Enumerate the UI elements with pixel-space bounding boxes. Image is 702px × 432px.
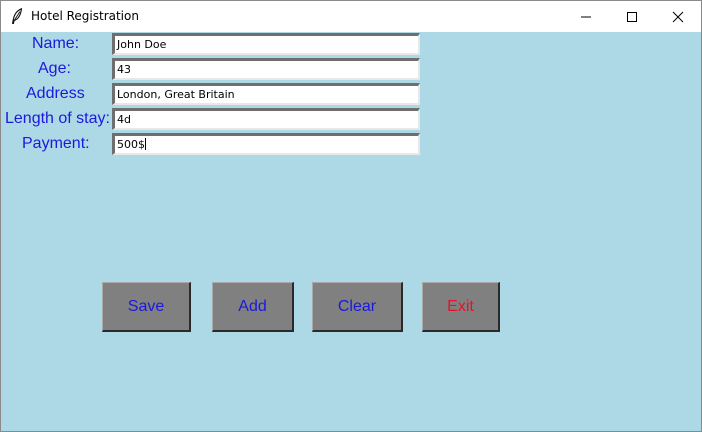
payment-label: Payment: — [22, 135, 90, 152]
text-cursor — [145, 138, 146, 150]
save-button[interactable]: Save — [102, 282, 191, 332]
add-button[interactable]: Add — [212, 282, 294, 332]
close-icon[interactable] — [655, 1, 701, 32]
registration-form: Name: John Doe Age: 43 Address London, G… — [1, 32, 422, 156]
age-field[interactable]: 43 — [112, 58, 420, 80]
address-label: Address — [26, 85, 85, 102]
length-of-stay-field[interactable]: 4d — [112, 108, 420, 130]
name-label: Name: — [32, 35, 80, 52]
clear-button[interactable]: Clear — [312, 282, 403, 332]
minimize-icon[interactable] — [563, 1, 609, 32]
app-window: Hotel Registration Name: John Doe Age: 4… — [0, 0, 702, 432]
payment-field[interactable]: 500$ — [112, 133, 420, 155]
feather-icon — [11, 7, 23, 25]
maximize-icon[interactable] — [609, 1, 655, 32]
age-label: Age: — [38, 60, 71, 77]
name-field[interactable]: John Doe — [112, 33, 420, 55]
address-field[interactable]: London, Great Britain — [112, 83, 420, 105]
window-title: Hotel Registration — [31, 9, 139, 23]
length-of-stay-label: Length of stay: — [5, 110, 110, 127]
title-bar[interactable]: Hotel Registration — [1, 1, 701, 32]
exit-button[interactable]: Exit — [422, 282, 500, 332]
form-area: Name: John Doe Age: 43 Address London, G… — [1, 32, 701, 431]
